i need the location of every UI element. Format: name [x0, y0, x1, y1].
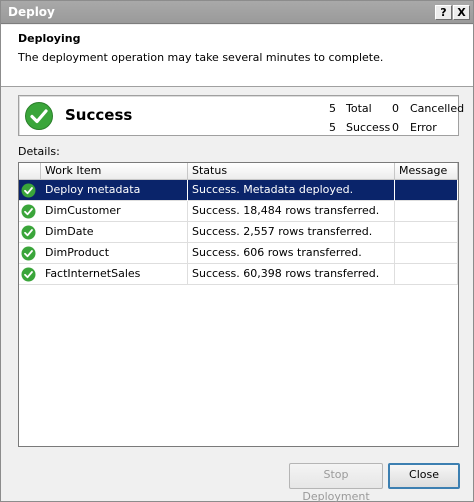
table-row[interactable]: DimProduct Success. 606 rows transferred…	[19, 243, 458, 264]
work-item-cell: DimDate	[41, 222, 188, 243]
column-header-icon	[19, 163, 41, 180]
details-grid[interactable]: Work Item Status Message Deploy metadata…	[18, 162, 459, 447]
header-title: Deploying	[18, 32, 81, 45]
success-count: 5	[329, 121, 336, 134]
error-count: 0	[392, 121, 399, 134]
success-check-icon	[21, 183, 36, 201]
header-subtitle: The deployment operation may take severa…	[18, 51, 384, 64]
table-row[interactable]: DimDate Success. 2,557 rows transferred.	[19, 222, 458, 243]
title-bar[interactable]: Deploy ? X	[1, 1, 473, 24]
total-count: 5	[329, 102, 336, 115]
total-label: Total	[346, 102, 372, 115]
details-label: Details:	[18, 145, 60, 158]
message-cell	[395, 222, 458, 243]
column-header-message[interactable]: Message	[395, 163, 458, 180]
work-item-cell: DimProduct	[41, 243, 188, 264]
success-label: Success	[346, 121, 391, 134]
status-cell: Success. 2,557 rows transferred.	[188, 222, 395, 243]
close-window-button[interactable]: X	[453, 5, 470, 20]
help-button[interactable]: ?	[435, 5, 452, 20]
close-button[interactable]: Close	[388, 463, 460, 489]
success-check-icon	[21, 204, 36, 222]
deploy-dialog: Deploy ? X Deploying The deployment oper…	[0, 0, 474, 502]
work-item-cell: DimCustomer	[41, 201, 188, 222]
success-check-icon	[24, 101, 54, 134]
window-title: Deploy	[8, 5, 55, 19]
message-cell	[395, 264, 458, 285]
stop-deployment-button[interactable]: Stop Deployment	[289, 463, 383, 502]
table-row[interactable]: Deploy metadata Success. Metadata deploy…	[19, 180, 458, 201]
message-cell	[395, 243, 458, 264]
error-label: Error	[410, 121, 437, 134]
status-cell: Success. Metadata deployed.	[188, 180, 395, 201]
cancelled-label: Cancelled	[410, 102, 465, 115]
grid-header: Work Item Status Message	[19, 163, 458, 180]
column-header-status[interactable]: Status	[188, 163, 395, 180]
work-item-cell: FactInternetSales	[41, 264, 188, 285]
status-cell: Success. 60,398 rows transferred.	[188, 264, 395, 285]
summary-status: Success	[65, 106, 133, 124]
work-item-cell: Deploy metadata	[41, 180, 188, 201]
message-cell	[395, 201, 458, 222]
status-cell: Success. 606 rows transferred.	[188, 243, 395, 264]
table-row[interactable]: FactInternetSales Success. 60,398 rows t…	[19, 264, 458, 285]
success-check-icon	[21, 246, 36, 264]
summary-panel: Success 5 Total 0 Cancelled 5 Success 0 …	[18, 95, 464, 136]
success-check-icon	[21, 267, 36, 285]
message-cell	[395, 180, 458, 201]
status-cell: Success. 18,484 rows transferred.	[188, 201, 395, 222]
dialog-header: Deploying The deployment operation may t…	[1, 25, 473, 87]
table-row[interactable]: DimCustomer Success. 18,484 rows transfe…	[19, 201, 458, 222]
success-check-icon	[21, 225, 36, 243]
cancelled-count: 0	[392, 102, 399, 115]
column-header-work-item[interactable]: Work Item	[41, 163, 188, 180]
